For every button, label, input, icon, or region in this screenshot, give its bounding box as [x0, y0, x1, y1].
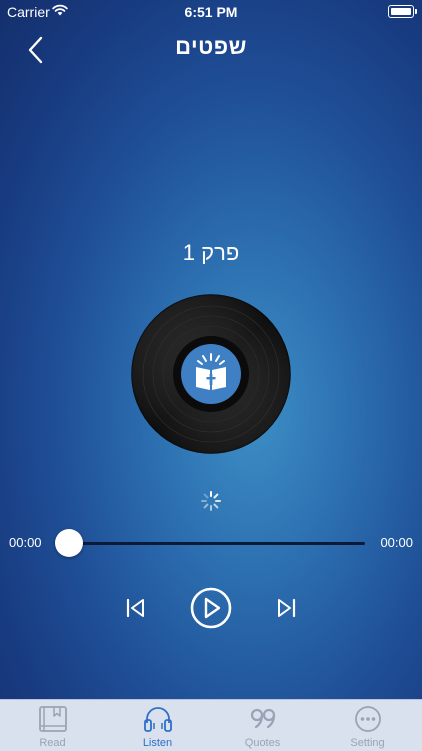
tab-quotes[interactable]: Quotes: [210, 700, 315, 751]
progress-thumb[interactable]: [55, 529, 83, 557]
tab-quotes-label: Quotes: [244, 737, 281, 749]
quote-icon: [250, 708, 276, 729]
tab-read[interactable]: Read: [0, 700, 105, 751]
tab-listen[interactable]: Listen: [105, 700, 210, 751]
progress-track[interactable]: [68, 542, 365, 545]
previous-track-icon[interactable]: [124, 596, 148, 620]
tab-listen-label: Listen: [142, 737, 173, 749]
chapter-title: פרק 1: [182, 240, 240, 265]
clock: 6:51 PM: [184, 4, 238, 20]
total-duration: 00:00: [380, 535, 413, 550]
battery-icon: [388, 5, 417, 18]
tab-bar: Read Listen Quotes Setting: [0, 699, 422, 751]
navigation-bar: שפטים: [0, 24, 422, 76]
play-button-icon[interactable]: [190, 587, 232, 629]
tab-read-label: Read: [39, 737, 66, 749]
vinyl-disc-artwork: [131, 294, 291, 454]
status-bar: Carrier 6:51 PM: [0, 0, 422, 24]
book-icon: [39, 706, 67, 732]
headphones-icon: [144, 707, 172, 732]
more-icon: [355, 706, 381, 732]
tab-setting-label: Setting: [350, 737, 385, 749]
page-title: שפטים: [175, 34, 247, 59]
loading-spinner-icon: [201, 491, 221, 511]
tab-setting[interactable]: Setting: [315, 700, 420, 751]
elapsed-time: 00:00: [9, 535, 42, 550]
next-track-icon[interactable]: [274, 596, 298, 620]
